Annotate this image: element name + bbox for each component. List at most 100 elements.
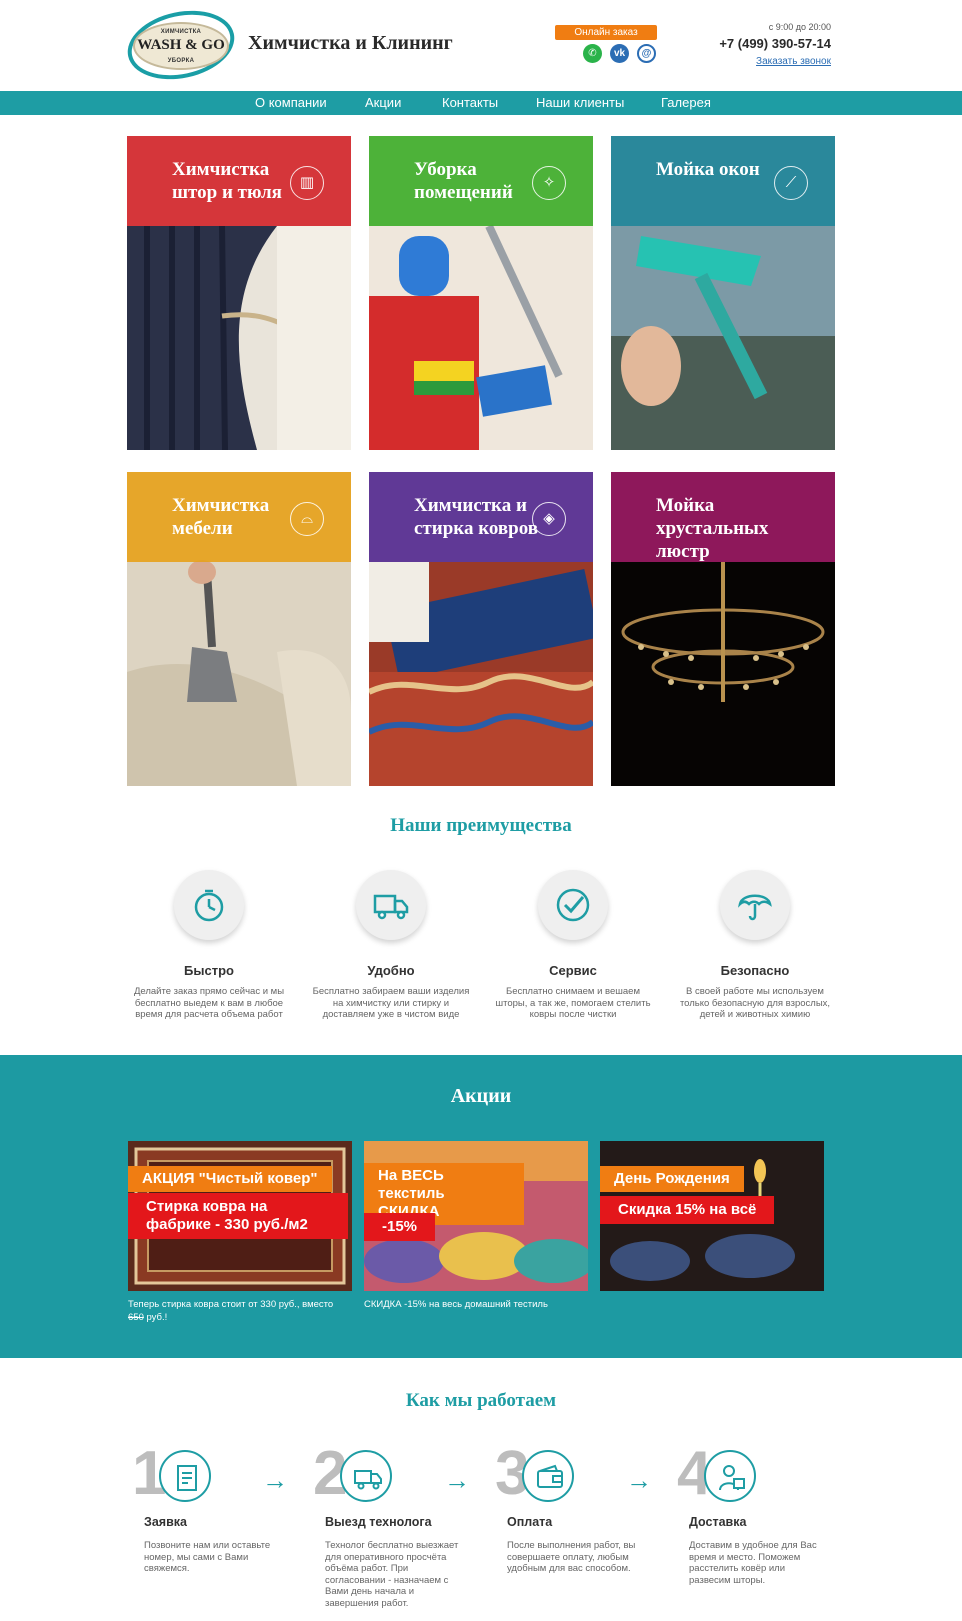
step-name: Заявка <box>144 1515 187 1529</box>
promo-card-birthday[interactable]: День Рождения Скидка 15% на всё <box>600 1141 824 1291</box>
advantage-icon-circle <box>720 870 790 940</box>
step-icon-circle <box>340 1450 392 1502</box>
arrow-right-icon: → <box>262 1465 288 1495</box>
step-name: Оплата <box>507 1515 553 1529</box>
service-tile-curtains[interactable]: Химчистка штор и тюля ▥ <box>127 136 351 450</box>
step-icon-circle <box>704 1450 756 1502</box>
service-title-line: мебели <box>172 518 233 539</box>
advantage-icon-circle <box>538 870 608 940</box>
step-desc: Доставим в удобное для Вас время и место… <box>689 1540 817 1586</box>
nav-item-promos[interactable]: Акции <box>365 91 401 115</box>
service-title-line: Мойка <box>656 495 715 516</box>
service-title-line: Химчистка <box>172 495 270 516</box>
whatsapp-icon[interactable]: ✆ <box>583 44 602 63</box>
vk-icon[interactable]: vk <box>610 44 629 63</box>
advantage-desc: В своей работе мы используем только безо… <box>679 986 831 1020</box>
advantage-desc: Делайте заказ прямо сейчас и мы бесплатн… <box>133 986 285 1020</box>
promos-title: Акции <box>450 1085 512 1107</box>
advantage-name: Удобно <box>367 963 415 978</box>
mail-icon[interactable]: @ <box>637 44 656 63</box>
squeegee-icon: ⟋ <box>774 166 808 200</box>
step-desc: Позвоните нам или оставьте номер, мы сам… <box>144 1540 271 1574</box>
logo-top-text: ХИМЧИСТКА <box>160 29 202 35</box>
step-name: Доставка <box>689 1515 747 1529</box>
logo-bottom-text: УБОРКА <box>167 58 195 64</box>
service-title-line: Уборка <box>414 159 477 180</box>
advantage-name: Быстро <box>184 963 234 978</box>
service-title: Мойка хрустальных люстр <box>656 494 768 563</box>
service-title-line: Мойка окон <box>656 159 760 180</box>
service-title-line: Химчистка <box>172 159 270 180</box>
advantage-icon-circle <box>174 870 244 940</box>
delivery-truck-icon <box>354 1470 382 1490</box>
advantage-name: Безопасно <box>720 963 790 978</box>
service-tile-furniture[interactable]: Химчистка мебели ⌓ <box>127 472 351 786</box>
logo[interactable]: ХИМЧИСТКА WASH & GO УБОРКА <box>121 1 241 89</box>
service-title-line: помещений <box>414 182 513 203</box>
nav-item-clients[interactable]: Наши клиенты <box>536 91 624 115</box>
step-name: Выезд технолога <box>325 1515 432 1529</box>
service-title: Мойка окон <box>656 158 760 181</box>
check-icon <box>556 888 590 922</box>
header: ХИМЧИСТКА WASH & GO УБОРКА Химчистка и К… <box>0 0 962 91</box>
promo-card-carpet[interactable]: АКЦИЯ "Чистый ковер" Стирка ковра на фаб… <box>128 1141 352 1291</box>
service-title-line: Химчистка и <box>414 495 527 516</box>
service-tile-carpets[interactable]: Химчистка и стирка ковров ◈ <box>369 472 593 786</box>
promo-headline: День Рождения <box>600 1166 744 1192</box>
advantage-icon-circle <box>356 870 426 940</box>
service-title: Химчистка и стирка ковров <box>414 494 538 540</box>
wallet-icon <box>537 1464 563 1488</box>
online-order-button[interactable]: Онлайн заказ <box>555 25 657 40</box>
callback-link[interactable]: Заказать звонок <box>756 56 831 67</box>
stopwatch-icon <box>194 889 224 922</box>
courier-icon <box>719 1465 745 1491</box>
nav-item-gallery[interactable]: Галерея <box>661 91 711 115</box>
advantage-desc: Бесплатно снимаем и вешаем шторы, а так … <box>495 986 651 1020</box>
nav-item-contacts[interactable]: Контакты <box>442 91 498 115</box>
promos-section: Акции АКЦИЯ "Чистый ковер" Стирка ковра … <box>0 1055 962 1358</box>
service-title-line: люстр <box>656 541 710 562</box>
working-hours: с 9:00 до 20:00 <box>768 22 831 32</box>
promo-caption-end: руб.! <box>143 1312 168 1323</box>
service-title: Химчистка штор и тюля <box>172 158 282 204</box>
cleaning-icon: ✧ <box>532 166 566 200</box>
service-title: Химчистка мебели <box>172 494 269 540</box>
service-title-line: штор и тюля <box>172 182 282 203</box>
service-tile-chandeliers[interactable]: Мойка хрустальных люстр <box>611 472 835 786</box>
nav-item-about[interactable]: О компании <box>255 91 327 115</box>
promo-offer: Скидка 15% на всё <box>600 1196 775 1224</box>
step-icon-circle <box>522 1450 574 1502</box>
carpet-icon: ◈ <box>532 502 566 536</box>
promo-caption-text: Теперь стирка ковра стоит от 330 руб., в… <box>128 1299 334 1310</box>
advantage-name: Сервис <box>549 963 597 978</box>
form-icon <box>177 1465 197 1491</box>
truck-icon <box>373 894 409 920</box>
sofa-icon: ⌓ <box>290 502 324 536</box>
promo-offer: -15% <box>364 1213 436 1241</box>
advantage-desc: Бесплатно забираем ваши изделия на химчи… <box>312 986 470 1020</box>
advantages-title: Наши преимущества <box>390 815 572 836</box>
promo-headline: АКЦИЯ "Чистый ковер" <box>128 1166 332 1192</box>
phone-number[interactable]: +7 (499) 390-57-14 <box>719 36 831 51</box>
promo-caption: Теперь стирка ковра стоит от 330 руб., в… <box>128 1298 338 1324</box>
arrow-right-icon: → <box>444 1465 470 1495</box>
promo-card-textile[interactable]: На ВЕСЬ текстиль СКИДКА -15% <box>364 1141 588 1291</box>
service-title-line: стирка ковров <box>414 518 539 539</box>
site-title: Химчистка и Клининг <box>248 32 453 54</box>
promo-caption: СКИДКА -15% на весь домашний тестиль <box>364 1299 548 1310</box>
service-title-line: хрустальных <box>656 518 769 539</box>
service-tile-cleaning[interactable]: Уборка помещений ✧ <box>369 136 593 450</box>
how-title: Как мы работаем <box>405 1390 557 1411</box>
promo-offer: Стирка ковра на фабрике - 330 руб./м2 <box>128 1193 348 1239</box>
main-nav: О компании Акции Контакты Наши клиенты Г… <box>0 91 962 115</box>
promo-old-price: 650 <box>128 1312 144 1323</box>
arrow-right-icon: → <box>626 1465 652 1495</box>
service-tile-windows[interactable]: Мойка окон ⟋ <box>611 136 835 450</box>
step-icon-circle <box>159 1450 211 1502</box>
service-title: Уборка помещений <box>414 158 513 204</box>
curtain-icon: ▥ <box>290 166 324 200</box>
logo-brand: WASH & GO <box>137 37 225 53</box>
step-desc: После выполнения работ, вы совершаете оп… <box>507 1540 636 1574</box>
step-desc: Технолог бесплатно выезжает для оператив… <box>325 1540 459 1609</box>
umbrella-icon <box>738 894 772 921</box>
